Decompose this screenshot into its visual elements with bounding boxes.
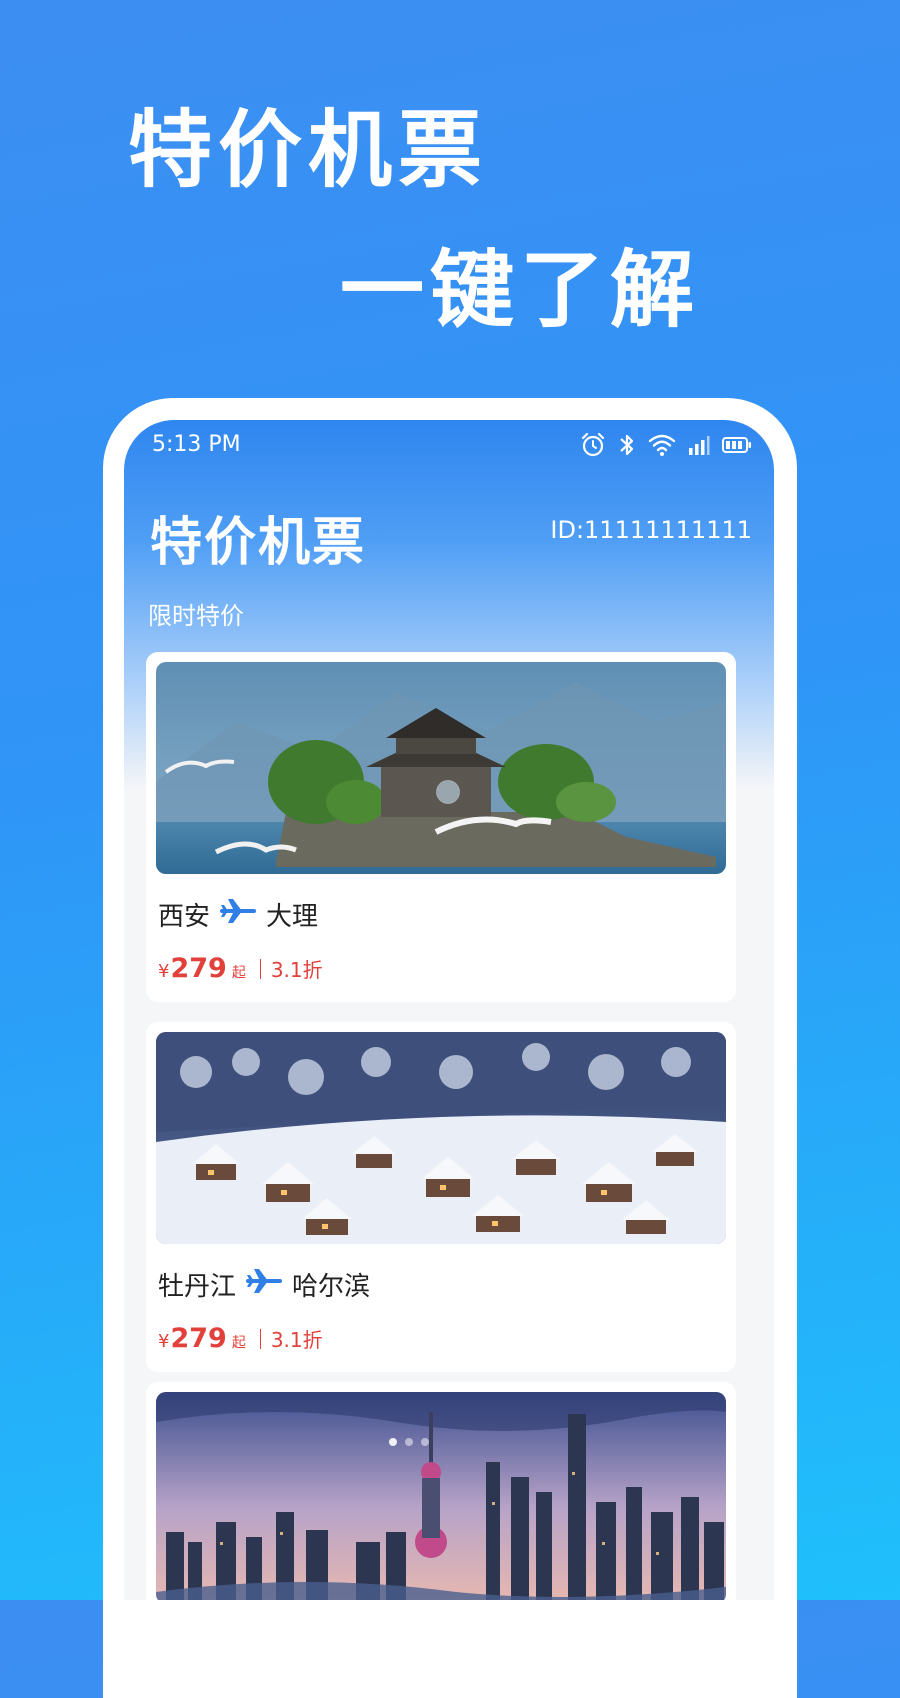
battery-icon [722,435,752,455]
price-row: ¥ 279 起 3.1折 [158,1323,726,1354]
bluetooth-icon [618,432,636,458]
discount-label: 3.1折 [270,958,323,982]
destination-city: 哈尔滨 [292,1272,371,1302]
destination-photo [156,1392,726,1600]
promo-headline-1: 特价机票 [128,101,489,199]
status-icons [580,432,752,458]
flight-route: 牡丹江 哈尔滨 [158,1266,726,1303]
status-time: 5:13 PM [152,432,241,457]
deal-card[interactable]: 西安 大理 ¥ 279 起 3.1折 [146,652,736,1002]
signal-icon [688,434,710,456]
deal-card[interactable]: 牡丹江 哈尔滨 ¥ 279 起 3.1折 [146,1022,736,1372]
promo-headline-2: 一键了解 [340,241,701,339]
destination-city: 大理 [266,902,319,932]
status-bar: 5:13 PM [124,420,774,472]
wifi-icon [648,433,676,457]
user-id-label: ID:11111111111 [550,516,752,544]
price-value: 279 [170,953,227,984]
price-suffix: 起 [231,965,246,981]
price-row: ¥ 279 起 3.1折 [158,953,726,984]
price-divider [259,1328,261,1349]
plane-icon [246,1267,283,1302]
app-screen: 5:13 PM 特价机票 ID:11111111111 限时特价 西安 大理 ¥… [124,420,774,1600]
price-suffix: 起 [231,1335,246,1351]
deal-card[interactable] [146,1382,736,1600]
section-label-limited-offer: 限时特价 [148,602,244,630]
origin-city: 牡丹江 [158,1272,237,1302]
price-value: 279 [170,1323,227,1354]
price-currency: ¥ [158,1331,170,1352]
price-currency: ¥ [158,961,170,982]
plane-icon [220,897,257,932]
alarm-icon [580,432,606,458]
origin-city: 西安 [158,902,211,932]
page-title: 特价机票 [150,513,367,573]
destination-photo [156,1032,726,1244]
flight-route: 西安 大理 [158,896,726,933]
discount-label: 3.1折 [270,1328,323,1352]
destination-photo [156,662,726,874]
price-divider [259,958,261,979]
